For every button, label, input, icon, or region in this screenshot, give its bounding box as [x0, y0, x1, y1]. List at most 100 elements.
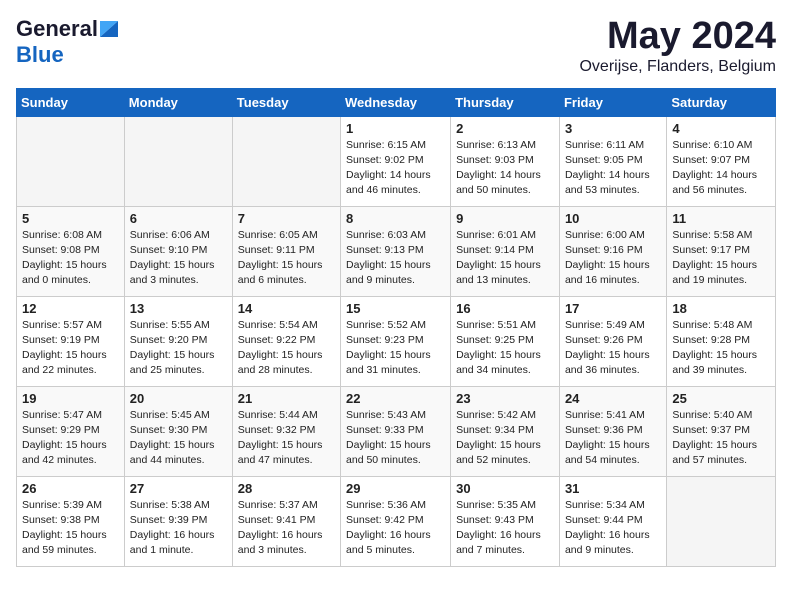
- day-number: 3: [565, 121, 661, 136]
- day-number: 26: [22, 481, 119, 496]
- day-cell: 14Sunrise: 5:54 AM Sunset: 9:22 PM Dayli…: [232, 296, 340, 386]
- col-header-sunday: Sunday: [17, 88, 125, 116]
- logo-icon: [100, 19, 118, 37]
- day-cell: 22 Sunrise: 5:43 AM Sunset: 9:33 PM Dayli…: [341, 386, 451, 476]
- day-cell: 8 Sunrise: 6:03 AM Sunset: 9:13 PM Daylig…: [341, 206, 451, 296]
- day-info: Sunrise: 6:11 AM Sunset: 9:05 PM Dayligh…: [565, 138, 661, 199]
- day-number: 9: [456, 211, 554, 226]
- logo-general: General: [16, 16, 98, 42]
- month-title: May 2024: [579, 16, 776, 58]
- day-cell: 25Sunrise: 5:40 AM Sunset: 9:37 PM Dayli…: [667, 386, 776, 476]
- day-info: Sunrise: 6:15 AM Sunset: 9:02 PM Dayligh…: [346, 138, 445, 199]
- title-block: May 2024 Overijse, Flanders, Belgium: [579, 16, 776, 76]
- day-info: Sunrise: 5:42 AM Sunset: 9:34 PM Dayligh…: [456, 408, 554, 469]
- header-row: SundayMondayTuesdayWednesdayThursdayFrid…: [17, 88, 776, 116]
- day-number: 5: [22, 211, 119, 226]
- day-number: 22: [346, 391, 445, 406]
- day-info: Sunrise: 5:38 AM Sunset: 9:39 PM Dayligh…: [130, 498, 227, 559]
- calendar-table: SundayMondayTuesdayWednesdayThursdayFrid…: [16, 88, 776, 567]
- day-cell: 11Sunrise: 5:58 AM Sunset: 9:17 PM Dayli…: [667, 206, 776, 296]
- day-info: Sunrise: 5:39 AM Sunset: 9:38 PM Dayligh…: [22, 498, 119, 559]
- day-number: 10: [565, 211, 661, 226]
- day-cell: 13 Sunrise: 5:55 AM Sunset: 9:20 PM Dayli…: [124, 296, 232, 386]
- day-number: 20: [130, 391, 227, 406]
- day-number: 7: [238, 211, 335, 226]
- day-number: 8: [346, 211, 445, 226]
- day-info: Sunrise: 5:48 AM Sunset: 9:28 PM Dayligh…: [672, 318, 770, 379]
- day-number: 21: [238, 391, 335, 406]
- day-cell: 27Sunrise: 5:38 AM Sunset: 9:39 PM Dayli…: [124, 476, 232, 566]
- day-cell: 10Sunrise: 6:00 AM Sunset: 9:16 PM Dayli…: [559, 206, 666, 296]
- day-info: Sunrise: 5:57 AM Sunset: 9:19 PM Dayligh…: [22, 318, 119, 379]
- day-cell: 6 Sunrise: 6:06 AM Sunset: 9:10 PM Daylig…: [124, 206, 232, 296]
- day-info: Sunrise: 5:49 AM Sunset: 9:26 PM Dayligh…: [565, 318, 661, 379]
- page-header: General Blue May 2024 Overijse, Flanders…: [16, 16, 776, 76]
- day-number: 16: [456, 301, 554, 316]
- day-info: Sunrise: 6:05 AM Sunset: 9:11 PM Dayligh…: [238, 228, 335, 289]
- day-cell: 26 Sunrise: 5:39 AM Sunset: 9:38 PM Dayli…: [17, 476, 125, 566]
- day-cell: 1Sunrise: 6:15 AM Sunset: 9:02 PM Daylig…: [341, 116, 451, 206]
- day-cell: 3 Sunrise: 6:11 AM Sunset: 9:05 PM Daylig…: [559, 116, 666, 206]
- day-cell: [124, 116, 232, 206]
- day-info: Sunrise: 5:36 AM Sunset: 9:42 PM Dayligh…: [346, 498, 445, 559]
- day-cell: 24 Sunrise: 5:41 AM Sunset: 9:36 PM Dayli…: [559, 386, 666, 476]
- day-cell: 31 Sunrise: 5:34 AM Sunset: 9:44 PM Dayli…: [559, 476, 666, 566]
- day-cell: [17, 116, 125, 206]
- day-info: Sunrise: 6:13 AM Sunset: 9:03 PM Dayligh…: [456, 138, 554, 199]
- day-info: Sunrise: 5:43 AM Sunset: 9:33 PM Dayligh…: [346, 408, 445, 469]
- day-cell: 18 Sunrise: 5:48 AM Sunset: 9:28 PM Dayli…: [667, 296, 776, 386]
- day-number: 4: [672, 121, 770, 136]
- day-cell: 5 Sunrise: 6:08 AM Sunset: 9:08 PM Daylig…: [17, 206, 125, 296]
- day-cell: 19Sunrise: 5:47 AM Sunset: 9:29 PM Dayli…: [17, 386, 125, 476]
- day-info: Sunrise: 5:37 AM Sunset: 9:41 PM Dayligh…: [238, 498, 335, 559]
- day-number: 18: [672, 301, 770, 316]
- day-info: Sunrise: 6:01 AM Sunset: 9:14 PM Dayligh…: [456, 228, 554, 289]
- day-cell: 20 Sunrise: 5:45 AM Sunset: 9:30 PM Dayli…: [124, 386, 232, 476]
- day-cell: 17Sunrise: 5:49 AM Sunset: 9:26 PM Dayli…: [559, 296, 666, 386]
- week-row: 19Sunrise: 5:47 AM Sunset: 9:29 PM Dayli…: [17, 386, 776, 476]
- day-number: 14: [238, 301, 335, 316]
- day-number: 30: [456, 481, 554, 496]
- day-cell: [232, 116, 340, 206]
- day-cell: 15 Sunrise: 5:52 AM Sunset: 9:23 PM Dayli…: [341, 296, 451, 386]
- day-cell: 21Sunrise: 5:44 AM Sunset: 9:32 PM Dayli…: [232, 386, 340, 476]
- day-info: Sunrise: 5:45 AM Sunset: 9:30 PM Dayligh…: [130, 408, 227, 469]
- day-cell: 9 Sunrise: 6:01 AM Sunset: 9:14 PM Daylig…: [451, 206, 560, 296]
- col-header-monday: Monday: [124, 88, 232, 116]
- day-cell: 23 Sunrise: 5:42 AM Sunset: 9:34 PM Dayli…: [451, 386, 560, 476]
- day-info: Sunrise: 5:51 AM Sunset: 9:25 PM Dayligh…: [456, 318, 554, 379]
- day-number: 15: [346, 301, 445, 316]
- day-cell: 4Sunrise: 6:10 AM Sunset: 9:07 PM Daylig…: [667, 116, 776, 206]
- day-number: 23: [456, 391, 554, 406]
- day-cell: [667, 476, 776, 566]
- day-cell: 16 Sunrise: 5:51 AM Sunset: 9:25 PM Dayli…: [451, 296, 560, 386]
- day-info: Sunrise: 6:06 AM Sunset: 9:10 PM Dayligh…: [130, 228, 227, 289]
- week-row: 1Sunrise: 6:15 AM Sunset: 9:02 PM Daylig…: [17, 116, 776, 206]
- day-cell: 29 Sunrise: 5:36 AM Sunset: 9:42 PM Dayli…: [341, 476, 451, 566]
- day-cell: 7 Sunrise: 6:05 AM Sunset: 9:11 PM Daylig…: [232, 206, 340, 296]
- day-info: Sunrise: 6:08 AM Sunset: 9:08 PM Dayligh…: [22, 228, 119, 289]
- day-number: 24: [565, 391, 661, 406]
- col-header-wednesday: Wednesday: [341, 88, 451, 116]
- day-info: Sunrise: 5:34 AM Sunset: 9:44 PM Dayligh…: [565, 498, 661, 559]
- logo-blue: Blue: [16, 42, 64, 67]
- day-number: 2: [456, 121, 554, 136]
- day-info: Sunrise: 5:40 AM Sunset: 9:37 PM Dayligh…: [672, 408, 770, 469]
- day-info: Sunrise: 5:41 AM Sunset: 9:36 PM Dayligh…: [565, 408, 661, 469]
- day-info: Sunrise: 6:03 AM Sunset: 9:13 PM Dayligh…: [346, 228, 445, 289]
- week-row: 5 Sunrise: 6:08 AM Sunset: 9:08 PM Daylig…: [17, 206, 776, 296]
- col-header-tuesday: Tuesday: [232, 88, 340, 116]
- day-info: Sunrise: 5:55 AM Sunset: 9:20 PM Dayligh…: [130, 318, 227, 379]
- week-row: 12Sunrise: 5:57 AM Sunset: 9:19 PM Dayli…: [17, 296, 776, 386]
- day-info: Sunrise: 5:52 AM Sunset: 9:23 PM Dayligh…: [346, 318, 445, 379]
- col-header-saturday: Saturday: [667, 88, 776, 116]
- day-number: 29: [346, 481, 445, 496]
- day-number: 6: [130, 211, 227, 226]
- logo: General Blue: [16, 16, 118, 68]
- col-header-thursday: Thursday: [451, 88, 560, 116]
- location-title: Overijse, Flanders, Belgium: [579, 58, 776, 76]
- day-cell: 30Sunrise: 5:35 AM Sunset: 9:43 PM Dayli…: [451, 476, 560, 566]
- day-number: 31: [565, 481, 661, 496]
- day-info: Sunrise: 5:58 AM Sunset: 9:17 PM Dayligh…: [672, 228, 770, 289]
- day-number: 13: [130, 301, 227, 316]
